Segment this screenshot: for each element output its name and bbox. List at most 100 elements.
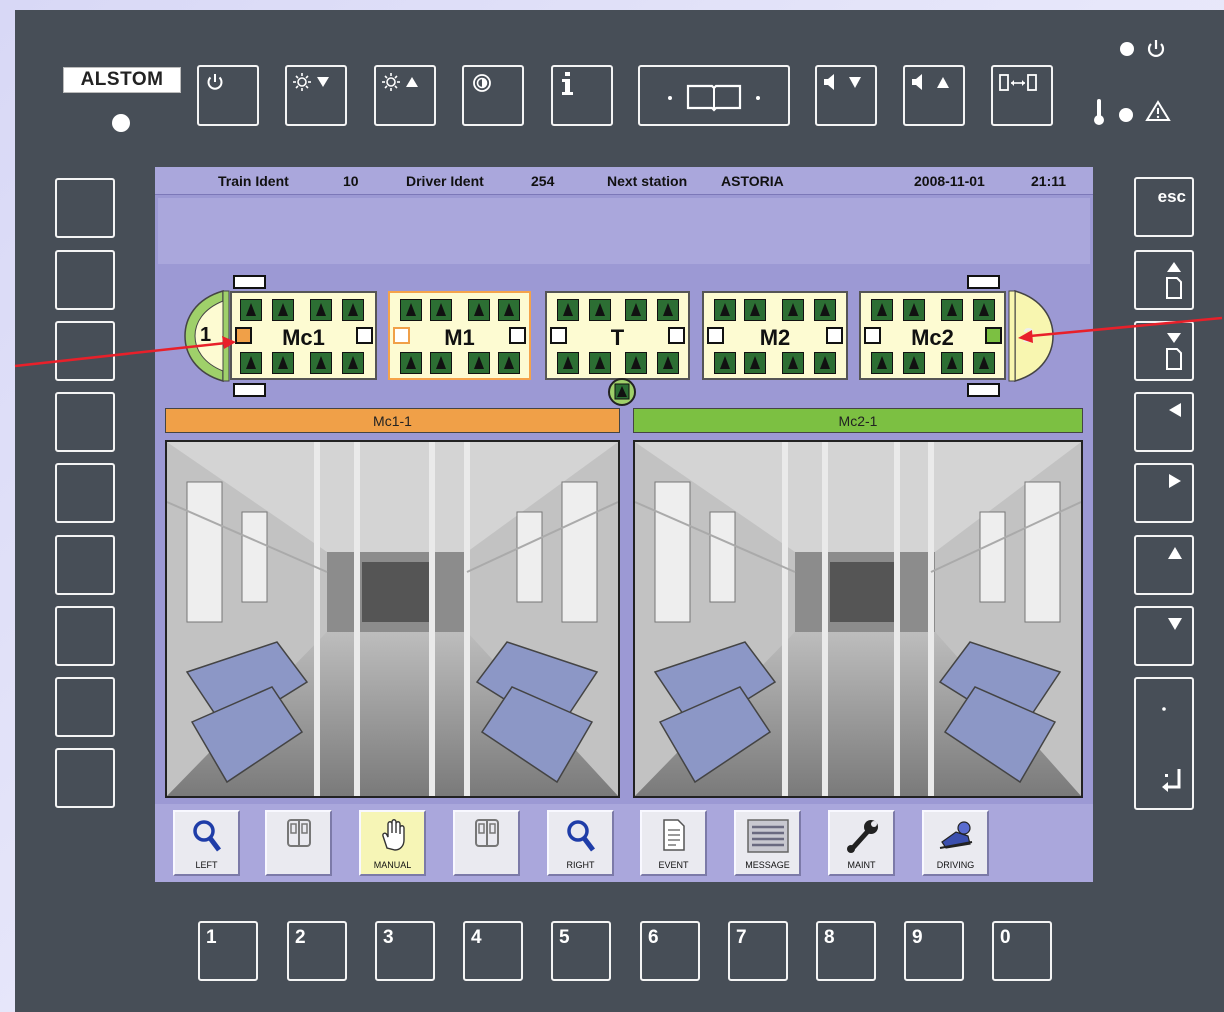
car-name: M1 [444,325,475,350]
left-soft-key-1[interactable] [55,178,115,238]
driving-button[interactable]: DRIVING [922,810,989,876]
page-up-button[interactable] [1134,250,1194,310]
car-mc1[interactable]: Mc1 [230,291,377,380]
car-mc2[interactable]: Mc2 [859,291,1006,380]
coupler-mc1-bottom [233,383,266,397]
left-soft-key-8[interactable] [55,677,115,737]
left-soft-key-2[interactable] [55,250,115,310]
key-label: 1 [206,927,217,948]
number-key-2[interactable]: 2 [287,921,347,981]
seat-icon [744,352,766,374]
car-m1[interactable]: M1 [388,291,531,380]
camera-right-header: Mc2-1 [633,408,1083,433]
volume-up-button[interactable] [903,65,965,126]
swap-screen-button[interactable] [991,65,1053,126]
seat-icon [272,352,294,374]
left-soft-key-7[interactable] [55,606,115,666]
number-key-9[interactable]: 9 [904,921,964,981]
seat-icon [657,352,679,374]
camera-left-view[interactable] [165,440,620,798]
seat-icon [941,299,963,321]
left-soft-key-9[interactable] [55,748,115,808]
number-key-3[interactable]: 3 [375,921,435,981]
seat-icon [240,299,262,321]
car-name: M2 [759,325,791,350]
car-name: T [610,325,625,350]
key-label: 8 [824,927,835,948]
seat-icon [782,299,804,321]
left-soft-key-6[interactable] [55,535,115,595]
seat-icon [272,299,294,321]
info-button[interactable] [551,65,613,126]
arrow-up-button[interactable] [1134,535,1194,595]
left-soft-key-5[interactable] [55,463,115,523]
zoom-right-button[interactable]: RIGHT [547,810,614,876]
seat-icon [941,352,963,374]
maint-button[interactable]: MAINT [828,810,895,876]
zoom-right-icon [566,820,595,852]
seat-icon [744,299,766,321]
seat-icon [973,299,995,321]
car-m2[interactable]: M2 [702,291,848,380]
arrow-left-button[interactable] [1134,392,1194,452]
manual-button[interactable]: MANUAL [359,810,426,876]
key-label: 6 [648,927,659,948]
cab-right-number: 2 [1023,325,1035,347]
page-down-icon [1166,333,1182,370]
number-key-6[interactable]: 6 [640,921,700,981]
number-key-5[interactable]: 5 [551,921,611,981]
seat-icon [814,299,836,321]
seat-icon [714,299,736,321]
manual-book-button[interactable] [638,65,790,126]
number-key-0[interactable]: 0 [992,921,1052,981]
tool-label: LEFT [195,860,218,870]
enter-button[interactable] [1134,677,1194,810]
key-label: 3 [383,927,394,948]
seat-icon [400,299,422,321]
number-key-1[interactable]: 1 [198,921,258,981]
seat-icon [782,352,804,374]
camera-right-view[interactable] [633,440,1083,798]
zoom-left-button[interactable]: LEFT [173,810,240,876]
message-button[interactable]: MESSAGE [734,810,801,876]
time: 21:11 [1031,173,1067,189]
number-key-4[interactable]: 4 [463,921,523,981]
coupler-mc1-top [233,275,266,289]
car-t[interactable]: T [545,291,690,380]
seat-icon [589,299,611,321]
key-label: 9 [912,927,923,948]
info-icon [562,72,573,95]
power-button[interactable] [197,65,259,126]
arrow-right-button[interactable] [1134,463,1194,523]
next-station-label: Next station [607,173,688,189]
contrast-button[interactable] [462,65,524,126]
wrench-icon [846,820,878,853]
train-ident-value: 10 [343,173,359,189]
brightness-down-button[interactable] [285,65,347,126]
door-right-button[interactable] [453,810,520,876]
arrow-down-button[interactable] [1134,606,1194,666]
seat-icon [657,299,679,321]
tool-label: MESSAGE [745,860,790,870]
page-up-icon [1166,262,1182,299]
esc-button[interactable]: esc [1134,177,1194,237]
status-bar: Train Ident 10 Driver Ident 254 Next sta… [155,167,1093,195]
number-key-7[interactable]: 7 [728,921,788,981]
brightness-up-button[interactable] [374,65,436,126]
seat-icon [903,299,925,321]
car-t-camera-icon[interactable] [607,377,637,407]
tool-label: RIGHT [566,860,595,870]
page-down-button[interactable] [1134,321,1194,381]
volume-up-icon [912,74,949,90]
key-label: 2 [295,927,306,948]
volume-down-button[interactable] [815,65,877,126]
door-left-button[interactable] [265,810,332,876]
event-button[interactable]: EVENT [640,810,707,876]
driver-ident-label: Driver Ident [406,173,484,189]
number-key-8[interactable]: 8 [816,921,876,981]
swap-screen-icon [999,74,1037,91]
left-soft-key-4[interactable] [55,392,115,452]
tool-label: MAINT [847,860,876,870]
left-soft-key-3[interactable] [55,321,115,381]
train-interior-image [167,442,618,796]
